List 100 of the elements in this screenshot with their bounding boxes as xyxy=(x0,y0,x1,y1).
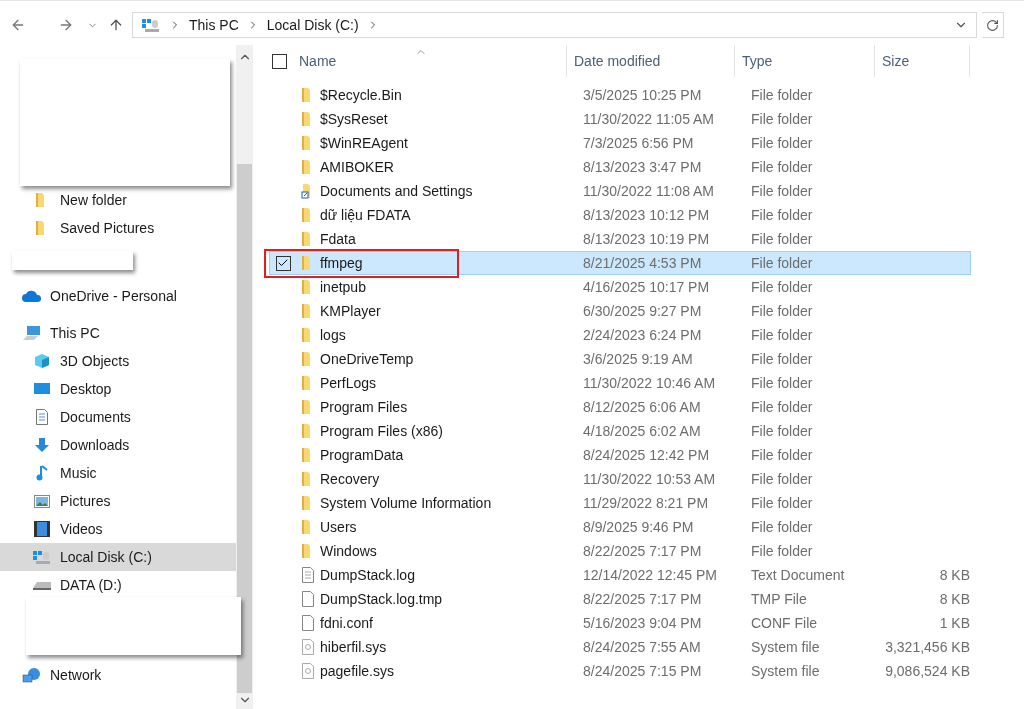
file-type: File folder xyxy=(751,397,814,417)
date-modified: 8/22/2025 7:17 PM xyxy=(583,541,703,561)
file-type: CONF File xyxy=(751,613,819,633)
file-row[interactable]: OneDriveTemp 3/6/2025 9:19 AM File folder xyxy=(269,347,971,371)
text-document-icon xyxy=(301,567,315,583)
cloud-icon xyxy=(22,290,42,302)
breadcrumb[interactable]: This PC xyxy=(189,14,239,36)
file-name: hiberfil.sys xyxy=(320,637,388,657)
file-row[interactable]: Recovery 11/30/2022 10:53 AM File folder xyxy=(269,467,971,491)
nav-item[interactable]: 3D Objects xyxy=(0,347,236,375)
column-header[interactable]: Date modified xyxy=(567,45,735,77)
file-name: OneDriveTemp xyxy=(320,349,415,369)
file-row[interactable]: Users 8/9/2025 9:46 PM File folder xyxy=(269,515,971,539)
file-row[interactable]: dữ liệu FDATA 8/13/2023 10:12 PM File folder xyxy=(269,203,971,227)
file-type: File folder xyxy=(751,325,814,345)
nav-item[interactable]: Pictures xyxy=(0,487,236,515)
file-row[interactable]: ProgramData 8/24/2025 12:42 PM File folder xyxy=(269,443,971,467)
file-type: System file xyxy=(751,637,821,657)
file-row[interactable]: Windows 8/22/2025 7:17 PM File folder xyxy=(269,539,971,563)
file-type: Text Document xyxy=(751,565,846,585)
nav-item[interactable]: DATA (D:) xyxy=(0,571,236,599)
file-type: File folder xyxy=(751,229,814,249)
nav-item[interactable]: OneDrive - Personal xyxy=(0,282,236,310)
file-row[interactable]: PerfLogs 11/30/2022 10:46 AM File folder xyxy=(269,371,971,395)
file-row[interactable]: Fdata 8/13/2023 10:19 PM File folder xyxy=(269,227,971,251)
system-drive-icon xyxy=(32,549,52,565)
file-name: Recovery xyxy=(320,469,381,489)
file-name: Windows xyxy=(320,541,378,561)
file-name: $WinREAgent xyxy=(320,133,409,153)
file-type: File folder xyxy=(751,517,814,537)
file-name: Fdata xyxy=(320,229,357,249)
nav-item[interactable]: Videos xyxy=(0,515,236,543)
nav-item[interactable]: Desktop xyxy=(0,375,236,403)
file-name: ffmpeg xyxy=(320,253,364,273)
checkbox[interactable] xyxy=(275,255,291,271)
file-row[interactable]: AMIBOKER 8/13/2023 3:47 PM File folder xyxy=(269,155,971,179)
file-row[interactable]: fdni.conf 5/16/2023 9:04 PM CONF File 1 KB xyxy=(269,611,971,635)
date-modified: 8/24/2025 7:55 AM xyxy=(583,637,702,657)
file-type: System file xyxy=(751,661,821,681)
file-type: File folder xyxy=(751,349,814,369)
nav-item[interactable]: Documents xyxy=(0,403,236,431)
file-row[interactable]: DumpStack.log.tmp 8/22/2025 7:17 PM TMP File 8 KB xyxy=(269,587,971,611)
file-type: File folder xyxy=(751,157,814,177)
nav-item[interactable]: Music xyxy=(0,459,236,487)
nav-item[interactable]: Network xyxy=(0,661,236,689)
file-row[interactable]: KMPlayer 6/30/2025 9:27 PM File folder xyxy=(269,299,971,323)
picture-icon xyxy=(34,494,50,508)
date-modified: 8/13/2023 3:47 PM xyxy=(583,157,703,177)
system-drive-icon xyxy=(141,17,161,33)
file-row[interactable]: Documents and Settings 11/30/2022 11:08 AM File folder xyxy=(269,179,971,203)
date-modified: 8/21/2025 4:53 PM xyxy=(583,253,703,273)
file-type: File folder xyxy=(751,181,814,201)
date-modified: 12/14/2022 12:45 PM xyxy=(583,565,718,585)
file-row[interactable]: $SysReset 11/30/2022 11:05 AM File folder xyxy=(269,107,971,131)
address-bar[interactable]: This PC Local Disk (C:) xyxy=(132,12,977,38)
file-row[interactable]: hiberfil.sys 8/24/2025 7:55 AM System file 3,321,456 KB xyxy=(269,635,971,659)
date-modified: 8/13/2023 10:12 PM xyxy=(583,205,711,225)
music-note-icon xyxy=(36,465,48,481)
select-all-checkbox[interactable] xyxy=(272,53,287,69)
file-row[interactable]: inetpub 4/16/2025 10:17 PM File folder xyxy=(269,275,971,299)
file-type: File folder xyxy=(751,109,814,129)
file-name: Documents and Settings xyxy=(320,181,474,201)
date-modified: 11/29/2022 8:21 PM xyxy=(583,493,710,513)
document-icon xyxy=(35,409,49,425)
file-name: $SysReset xyxy=(320,109,389,129)
nav-item[interactable]: New folder xyxy=(0,186,236,214)
file-row[interactable]: pagefile.sys 8/24/2025 7:15 PM System file 9,086,524 KB xyxy=(269,659,971,683)
file-name: dữ liệu FDATA xyxy=(320,205,412,225)
nav-item[interactable]: Downloads xyxy=(0,431,236,459)
column-header[interactable]: Type xyxy=(735,45,875,77)
refresh-button[interactable] xyxy=(982,12,1004,38)
file-size: 9,086,524 KB xyxy=(885,661,970,681)
column-header[interactable]: Size xyxy=(875,45,970,77)
network-icon xyxy=(22,667,42,683)
date-modified: 11/30/2022 11:05 AM xyxy=(583,109,716,129)
file-name: ProgramData xyxy=(320,445,405,465)
file-row[interactable]: DumpStack.log 12/14/2022 12:45 PM Text Document 8 KB xyxy=(269,563,971,587)
nav-item[interactable]: Saved Pictures xyxy=(0,214,236,242)
download-arrow-icon xyxy=(34,437,50,453)
file-row[interactable]: $WinREAgent 7/3/2025 6:56 PM File folder xyxy=(269,131,971,155)
file-name: DumpStack.log.tmp xyxy=(320,589,444,609)
file-row[interactable]: $Recycle.Bin 3/5/2025 10:25 PM File folder xyxy=(269,83,971,107)
date-modified: 8/12/2025 6:06 AM xyxy=(583,397,702,417)
file-row[interactable]: logs 2/24/2023 6:24 PM File folder xyxy=(269,323,971,347)
date-modified: 8/24/2025 12:42 PM xyxy=(583,445,711,465)
column-header[interactable]: Name xyxy=(299,45,567,77)
file-row[interactable]: Program Files (x86) 4/18/2025 6:02 AM File folder xyxy=(269,419,971,443)
system-file-icon xyxy=(301,663,315,679)
date-modified: 11/30/2022 10:53 AM xyxy=(583,469,717,489)
date-modified: 8/13/2023 10:19 PM xyxy=(583,229,711,249)
scrollbar[interactable] xyxy=(236,45,253,709)
file-row[interactable]: System Volume Information 11/29/2022 8:21 PM File folder xyxy=(269,491,971,515)
date-modified: 8/22/2025 7:17 PM xyxy=(583,589,703,609)
file-name: AMIBOKER xyxy=(320,157,395,177)
date-modified: 7/3/2025 6:56 PM xyxy=(583,133,695,153)
breadcrumb[interactable]: Local Disk (C:) xyxy=(266,14,359,36)
nav-item[interactable]: This PC xyxy=(0,319,236,347)
nav-item[interactable]: Local Disk (C:) xyxy=(0,543,236,571)
file-name: fdni.conf xyxy=(320,613,374,633)
file-row[interactable]: Program Files 8/12/2025 6:06 AM File folder xyxy=(269,395,971,419)
